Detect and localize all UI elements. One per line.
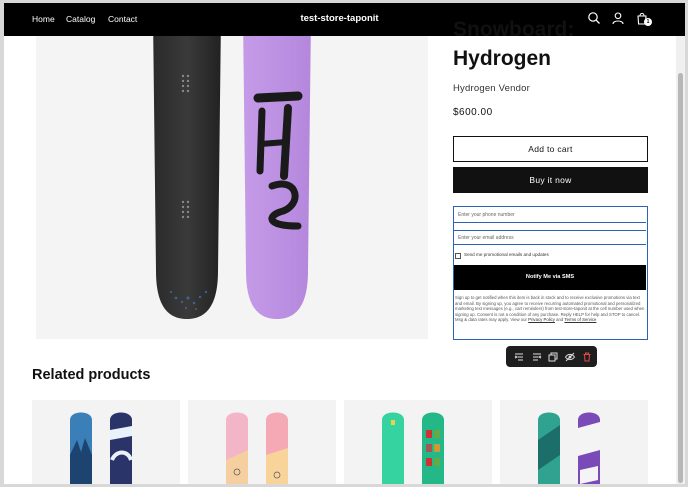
browser-viewport: Home Catalog Contact test-store-taponit …: [4, 3, 685, 484]
terms-of-service-link[interactable]: Terms of Service: [564, 317, 596, 322]
product-image[interactable]: [36, 36, 428, 339]
related-products-heading: Related products: [32, 367, 151, 383]
product-price: $600.00: [453, 107, 493, 118]
page-scrollbar-thumb[interactable]: [678, 73, 683, 483]
phone-input[interactable]: Enter your phone number: [454, 208, 646, 223]
buy-now-button[interactable]: Buy it now: [453, 167, 648, 193]
list-outdent-icon[interactable]: [532, 352, 542, 362]
product-thumbnail: [226, 412, 288, 484]
privacy-policy-link[interactable]: Privacy Policy: [528, 317, 555, 322]
notify-sms-button[interactable]: Notify Me via SMS: [454, 265, 646, 290]
delete-icon[interactable]: [582, 352, 592, 362]
product-title-line2: Hydrogen: [453, 47, 552, 70]
list-indent-icon[interactable]: [514, 352, 524, 362]
promo-checkbox-label: Send me promotional emails and updates: [464, 252, 549, 257]
product-title-line1: Snowboard:: [453, 18, 575, 41]
store-name[interactable]: test-store-taponit: [4, 13, 675, 24]
site-header: Home Catalog Contact test-store-taponit …: [4, 3, 685, 36]
product-thumbnail: [70, 412, 133, 484]
related-product-card[interactable]: [344, 400, 492, 484]
duplicate-icon[interactable]: [548, 352, 558, 362]
related-product-card[interactable]: [32, 400, 180, 484]
add-to-cart-button[interactable]: Add to cart: [453, 136, 648, 162]
cart-count-badge: 1: [644, 18, 652, 26]
account-icon[interactable]: [611, 11, 625, 25]
hide-icon[interactable]: [565, 352, 575, 362]
search-icon[interactable]: [587, 11, 601, 25]
product-thumbnail: [538, 412, 600, 484]
snowboard-image: [153, 36, 311, 319]
related-product-card[interactable]: [188, 400, 336, 484]
promo-checkbox[interactable]: [455, 253, 461, 259]
product-vendor: Hydrogen Vendor: [453, 83, 530, 94]
legal-and: and: [556, 317, 564, 323]
related-product-card[interactable]: [500, 400, 648, 484]
sms-legal-text: Sign up to get notified when this item i…: [455, 295, 645, 323]
email-input[interactable]: Enter your email address: [454, 230, 646, 245]
sms-notify-form: Enter your phone number Enter your email…: [453, 206, 648, 340]
product-thumbnail: [382, 412, 444, 484]
block-toolbar: [506, 346, 597, 367]
